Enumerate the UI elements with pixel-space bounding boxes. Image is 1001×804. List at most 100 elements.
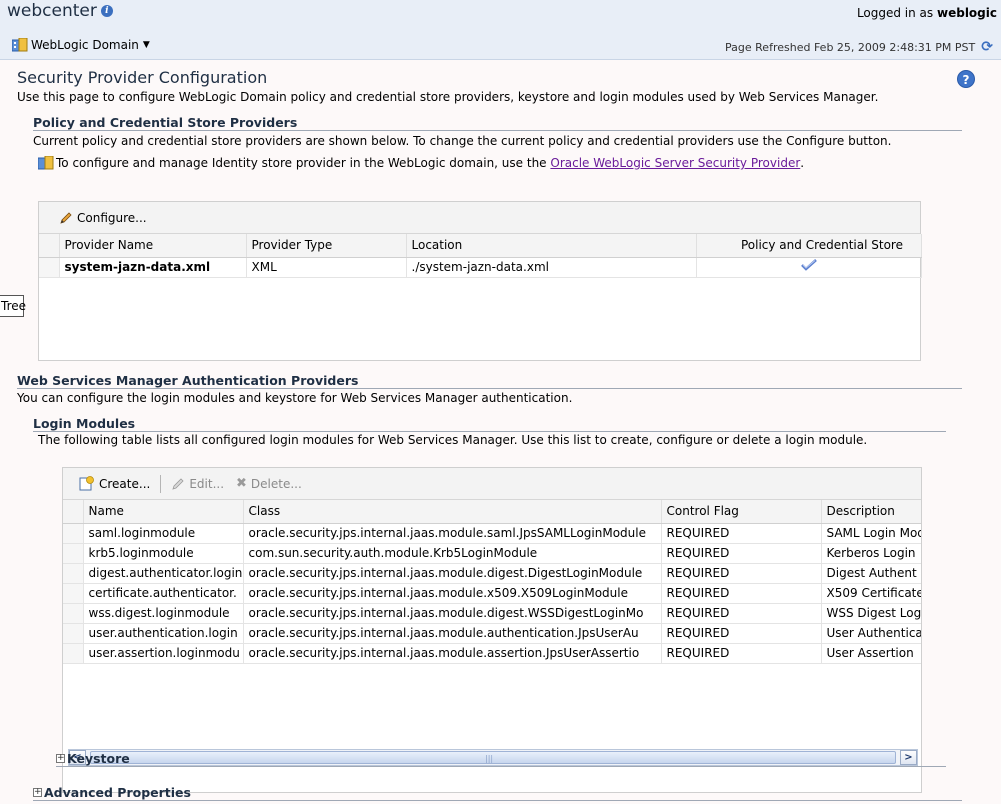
domain-icon — [11, 37, 28, 52]
row-selector-header — [39, 234, 60, 258]
refresh-icon[interactable]: ⟳ — [981, 39, 993, 55]
name-cell: certificate.authenticator. — [83, 583, 244, 604]
description-cell: User Authentica — [821, 623, 921, 644]
identity-text-prefix: To configure and manage Identity store p… — [56, 156, 547, 170]
expand-icon: + — [33, 787, 42, 797]
advanced-properties-expander[interactable]: + Advanced Properties — [33, 785, 962, 801]
login-modules-table-viewport: Name Class Control Flag Description saml… — [63, 500, 921, 700]
edit-button[interactable]: Edit... — [171, 477, 224, 491]
oracle-weblogic-security-provider-link[interactable]: Oracle WebLogic Server Security Provider — [550, 156, 800, 170]
table-row[interactable]: digest.authenticator.login oracle.securit… — [63, 563, 921, 584]
table-row[interactable]: krb5.loginmodule com.sun.security.auth.mo… — [63, 543, 921, 564]
col-description[interactable]: Description — [821, 500, 921, 524]
table-row[interactable]: user.assertion.loginmodu oracle.security.… — [63, 643, 921, 664]
table-header-row: Provider Name Provider Type Location Pol… — [39, 234, 922, 258]
table-row[interactable]: certificate.authenticator. oracle.securit… — [63, 583, 921, 604]
login-modules-panel: Create... Edit... ✖ Delete... Name Class… — [62, 467, 922, 793]
delete-button[interactable]: ✖ Delete... — [236, 476, 302, 491]
edit-label: Edit... — [189, 476, 225, 491]
app-name-text: webcenter — [7, 1, 97, 21]
info-icon[interactable]: i — [100, 5, 113, 17]
col-name[interactable]: Name — [83, 500, 244, 524]
login-modules-table: Name Class Control Flag Description saml… — [63, 500, 921, 664]
page-header: webcenter i WebLogic Domain ▼ Logged in a… — [0, 0, 1001, 60]
pencil-icon — [171, 477, 185, 491]
table-row[interactable]: saml.loginmodule oracle.security.jps.inte… — [63, 523, 921, 544]
configure-button[interactable]: Configure... — [59, 211, 147, 225]
row-selector[interactable] — [63, 643, 84, 664]
toolbar-separator — [160, 474, 162, 493]
domain-menu[interactable]: WebLogic Domain ▼ — [11, 37, 150, 52]
page-description: Use this page to configure WebLogic Doma… — [17, 90, 879, 104]
policy-section-heading: Policy and Credential Store Providers — [33, 115, 962, 131]
wsm-section-text: You can configure the login modules and … — [17, 391, 573, 405]
row-selector[interactable] — [63, 623, 84, 644]
login-modules-toolbar: Create... Edit... ✖ Delete... — [63, 468, 921, 500]
chevron-down-icon: ▼ — [142, 40, 150, 50]
col-provider-name[interactable]: Provider Name — [59, 234, 247, 258]
tree-tooltip: Tree — [0, 295, 26, 317]
checkmark-icon — [696, 257, 922, 278]
row-selector[interactable] — [63, 563, 84, 584]
main-content: Security Provider Configuration ? Use th… — [0, 60, 1001, 804]
table-row[interactable]: user.authentication.login oracle.security… — [63, 623, 921, 644]
col-location[interactable]: Location — [406, 234, 697, 258]
page-title: Security Provider Configuration — [17, 68, 268, 87]
expand-icon: + — [56, 753, 65, 763]
delete-label: Delete... — [250, 476, 302, 491]
description-cell: Kerberos Login — [821, 543, 921, 564]
delete-icon: ✖ — [236, 476, 247, 491]
keystore-expander[interactable]: + Keystore — [56, 751, 946, 767]
description-cell: Digest Authent — [821, 563, 921, 584]
policy-store-panel: Configure... Provider Name Provider Type… — [38, 201, 922, 361]
row-selector[interactable] — [63, 603, 84, 624]
refresh-info: Page Refreshed Feb 25, 2009 2:48:31 PM P… — [725, 39, 993, 55]
policy-section-text: Current policy and credential store prov… — [33, 134, 892, 148]
name-cell: digest.authenticator.login — [83, 563, 244, 584]
table-row[interactable]: wss.digest.loginmodule oracle.security.jp… — [63, 603, 921, 624]
col-provider-type[interactable]: Provider Type — [246, 234, 407, 258]
pencil-icon — [59, 211, 73, 225]
login-modules-heading: Login Modules — [33, 416, 946, 432]
logged-in-prefix: Logged in as — [856, 6, 934, 20]
app-name: webcenter i — [7, 1, 113, 21]
refreshed-text: Page Refreshed Feb 25, 2009 2:48:31 PM P… — [725, 40, 976, 54]
control-flag-cell: REQUIRED — [661, 563, 822, 584]
logged-in-user: weblogic — [937, 6, 997, 20]
name-cell: user.assertion.loginmodu — [83, 643, 244, 664]
col-policy-credential-store[interactable]: Policy and Credential Store — [696, 234, 922, 258]
description-cell: X509 Certificate — [821, 583, 921, 604]
table-row[interactable]: system-jazn-data.xml XML ./system-jazn-d… — [39, 257, 922, 278]
create-label: Create... — [99, 476, 151, 491]
name-cell: user.authentication.login — [83, 623, 244, 644]
create-button[interactable]: Create... — [79, 476, 150, 491]
advanced-properties-label: Advanced Properties — [44, 785, 191, 800]
row-selector[interactable] — [63, 523, 84, 544]
row-selector[interactable] — [63, 543, 84, 564]
col-class[interactable]: Class — [243, 500, 662, 524]
provider-name-cell: system-jazn-data.xml — [59, 257, 247, 278]
logged-in-info: Logged in as weblogic — [857, 6, 997, 20]
domain-menu-label: WebLogic Domain — [31, 38, 139, 52]
configure-label: Configure... — [77, 210, 147, 225]
name-cell: saml.loginmodule — [83, 523, 244, 544]
location-cell: ./system-jazn-data.xml — [406, 257, 697, 278]
row-selector[interactable] — [39, 257, 60, 278]
table-header-row: Name Class Control Flag Description — [63, 500, 921, 524]
control-flag-cell: REQUIRED — [661, 523, 822, 544]
class-cell: oracle.security.jps.internal.jaas.module… — [243, 563, 662, 584]
name-cell: wss.digest.loginmodule — [83, 603, 244, 624]
control-flag-cell: REQUIRED — [661, 583, 822, 604]
class-cell: oracle.security.jps.internal.jaas.module… — [243, 623, 662, 644]
class-cell: oracle.security.jps.internal.jaas.module… — [243, 583, 662, 604]
identity-text-suffix: . — [800, 156, 805, 170]
identity-store-text: To configure and manage Identity store p… — [37, 155, 805, 170]
login-modules-text: The following table lists all configured… — [38, 433, 868, 447]
control-flag-cell: REQUIRED — [661, 603, 822, 624]
help-icon[interactable]: ? — [957, 70, 975, 88]
description-cell: User Assertion — [821, 643, 921, 664]
control-flag-cell: REQUIRED — [661, 643, 822, 664]
row-selector[interactable] — [63, 583, 84, 604]
keystore-label: Keystore — [67, 751, 130, 766]
col-control-flag[interactable]: Control Flag — [661, 500, 822, 524]
